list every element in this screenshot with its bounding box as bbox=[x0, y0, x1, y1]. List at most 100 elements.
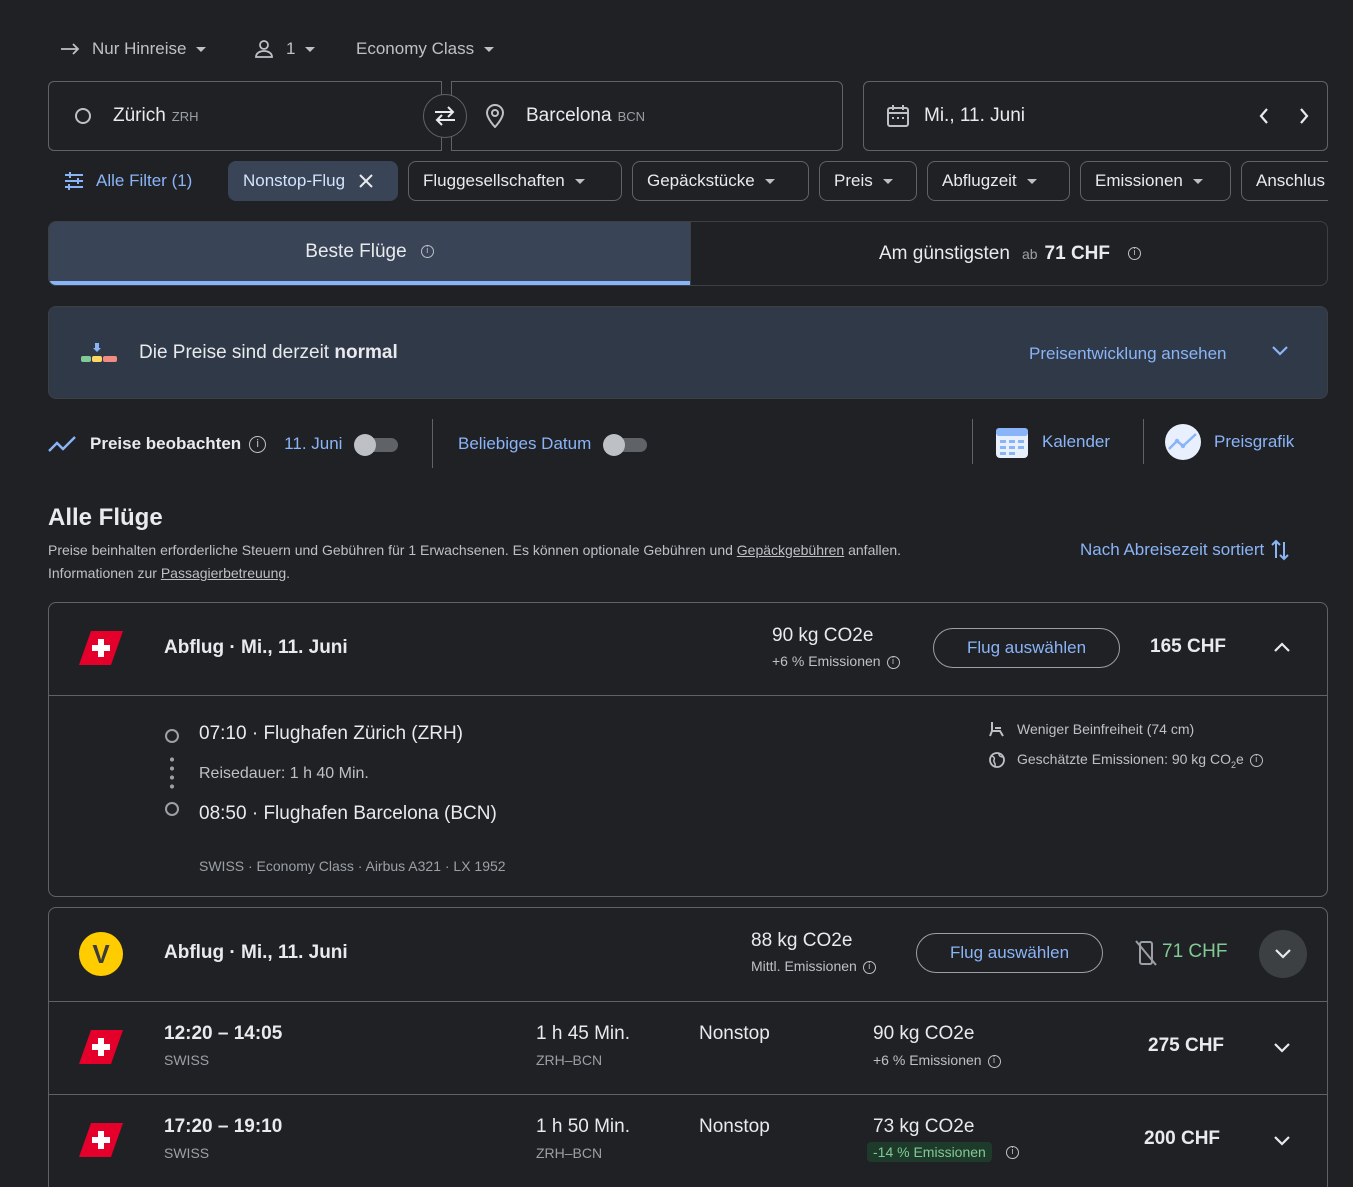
info-icon[interactable]: i bbox=[1005, 1145, 1019, 1159]
flight-row[interactable]: V Abflug · Mi., 11. Juni 88 kg CO2e Mitt… bbox=[49, 908, 1327, 1001]
chevron-down-icon bbox=[1275, 949, 1291, 959]
info-icon[interactable]: i bbox=[886, 655, 900, 669]
person-icon bbox=[255, 40, 273, 58]
price-insight-banner[interactable]: Die Preise sind derzeit normal Preisentw… bbox=[48, 306, 1328, 399]
insight-text: Die Preise sind derzeit normal bbox=[139, 342, 398, 364]
chip-baggage[interactable]: Gepäckstücke bbox=[632, 161, 809, 201]
no-mobile-icon bbox=[1135, 940, 1157, 966]
all-filters-button[interactable]: Alle Filter (1) bbox=[64, 161, 192, 201]
chip-price[interactable]: Preis bbox=[819, 161, 917, 201]
departure-airport: Flughafen Zürich (ZRH) bbox=[263, 723, 463, 744]
emissions-estimate: Geschätzte Emissionen: 90 kg CO2e bbox=[1017, 751, 1244, 770]
flight-row[interactable]: 17:20 – 19:10 SWISS 1 h 50 Min. ZRH–BCN … bbox=[49, 1095, 1327, 1187]
sort-arrows-icon bbox=[1271, 539, 1289, 561]
chevron-down-icon bbox=[574, 178, 585, 184]
note-text: anfallen. bbox=[848, 542, 902, 558]
sort-button[interactable]: Nach Abreisezeit sortiert bbox=[1080, 537, 1290, 563]
departure-time: 07:10 bbox=[199, 723, 247, 744]
all-filters-label: Alle Filter (1) bbox=[96, 171, 193, 190]
chip-emissions[interactable]: Emissionen bbox=[1080, 161, 1231, 201]
price-graph-icon bbox=[1165, 424, 1201, 460]
flight-row[interactable]: 12:20 – 14:05 SWISS 1 h 45 Min. ZRH–BCN … bbox=[49, 1002, 1327, 1094]
sort-label: Nach Abreisezeit sortiert bbox=[1080, 540, 1265, 559]
chip-connections[interactable]: Anschlus bbox=[1241, 161, 1328, 201]
expand-button[interactable] bbox=[1259, 930, 1307, 978]
destination-field[interactable]: Barcelona BCN bbox=[451, 81, 843, 151]
passenger-select[interactable]: 1 bbox=[254, 36, 316, 62]
vueling-logo-icon: V bbox=[79, 932, 123, 976]
divider bbox=[972, 419, 973, 464]
insight-text-prefix: Die Preise sind derzeit bbox=[139, 341, 330, 363]
chevron-down-icon bbox=[484, 46, 495, 52]
cabin-class-label: Economy Class bbox=[356, 39, 475, 58]
chip-departure-time[interactable]: Abflugzeit bbox=[927, 161, 1070, 201]
trip-type-select[interactable]: Nur Hinreise bbox=[60, 36, 207, 62]
departure-line: 07:10 · Flughafen Zürich (ZRH) bbox=[199, 723, 463, 744]
tab-label: Beste Flüge bbox=[305, 240, 407, 262]
info-icon[interactable]: i bbox=[1249, 753, 1263, 767]
baggage-fees-link[interactable]: Gepäckgebühren bbox=[737, 542, 844, 558]
filter-sliders-icon bbox=[65, 172, 83, 190]
chevron-right-icon[interactable] bbox=[1298, 106, 1310, 131]
duration: 1 h 50 Min. bbox=[536, 1116, 630, 1137]
legroom-text: Weniger Beinfreiheit (74 cm) bbox=[1017, 721, 1195, 737]
origin-city: Zürich bbox=[113, 105, 166, 126]
date-field[interactable]: Mi., 11. Juni bbox=[863, 81, 1328, 151]
co2-note-text: Mittl. Emissionen bbox=[751, 958, 857, 974]
origin-field[interactable]: Zürich ZRH bbox=[48, 81, 442, 151]
tab-best-flights[interactable]: Beste Flüge i bbox=[49, 222, 690, 285]
price-graph-button[interactable]: Preisgrafik bbox=[1164, 423, 1294, 461]
passenger-count: 1 bbox=[286, 39, 296, 58]
co2-note: -14 % Emissionen i bbox=[867, 1142, 1019, 1162]
select-flight-button[interactable]: Flug auswählen bbox=[916, 933, 1103, 973]
info-icon[interactable]: i bbox=[249, 435, 267, 453]
chip-nonstop[interactable]: Nonstop-Flug bbox=[228, 161, 398, 201]
chevron-down-icon[interactable] bbox=[1273, 1042, 1291, 1054]
cabin-class-select[interactable]: Economy Class bbox=[356, 36, 495, 62]
price: 165 CHF bbox=[1150, 636, 1227, 657]
chip-label: Abflugzeit bbox=[942, 171, 1017, 190]
info-icon[interactable]: i bbox=[1128, 247, 1141, 260]
chip-airlines[interactable]: Fluggesellschaften bbox=[408, 161, 622, 201]
date-value: Mi., 11. Juni bbox=[924, 105, 1026, 126]
tab-cheapest[interactable]: Am günstigsten ab 71 CHF i bbox=[690, 222, 1327, 285]
price-tracking-row: Preise beobachten i 11. Juni bbox=[48, 432, 399, 456]
calendar-grid-icon bbox=[996, 428, 1028, 458]
chip-label: Nonstop-Flug bbox=[243, 171, 346, 190]
price-history-link[interactable]: Preisentwicklung ansehen bbox=[1029, 344, 1227, 364]
chevron-down-icon[interactable] bbox=[1273, 1135, 1291, 1147]
chip-label: Emissionen bbox=[1095, 171, 1183, 190]
chip-label: Gepäckstücke bbox=[647, 171, 755, 190]
select-flight-button[interactable]: Flug auswählen bbox=[933, 628, 1120, 668]
flight-summary: Abflug · Mi., 11. Juni bbox=[164, 637, 348, 658]
stops: Nonstop bbox=[699, 1023, 770, 1044]
info-icon[interactable]: i bbox=[862, 960, 876, 974]
any-date-toggle[interactable] bbox=[603, 434, 648, 456]
swap-button[interactable] bbox=[423, 94, 467, 138]
info-icon[interactable]: i bbox=[420, 245, 434, 258]
emissions-text: e bbox=[1236, 751, 1244, 767]
close-icon[interactable] bbox=[359, 174, 373, 188]
arrival-airport: Flughafen Barcelona (BCN) bbox=[263, 803, 497, 824]
page-title: Alle Flüge bbox=[48, 504, 163, 531]
co2-note: +6 % Emissionen i bbox=[772, 653, 900, 669]
info-icon[interactable]: i bbox=[987, 1054, 1001, 1068]
tab-cheapest-price: 71 CHF bbox=[1044, 242, 1110, 264]
chevron-left-icon[interactable] bbox=[1258, 106, 1270, 131]
chevron-up-icon[interactable] bbox=[1273, 641, 1291, 653]
swiss-logo-icon bbox=[79, 1123, 123, 1157]
location-pin-icon bbox=[486, 104, 504, 128]
divider bbox=[432, 419, 433, 468]
calendar-button[interactable]: Kalender bbox=[994, 424, 1110, 460]
destination-dot-icon bbox=[165, 802, 179, 816]
route: ZRH–BCN bbox=[536, 1052, 603, 1068]
airline: SWISS bbox=[164, 1145, 210, 1161]
flight-card-expanded[interactable]: Abflug · Mi., 11. Juni 90 kg CO2e +6 % E… bbox=[48, 602, 1328, 897]
swap-icon bbox=[435, 106, 455, 126]
track-date-toggle[interactable] bbox=[354, 434, 399, 456]
origin-code: ZRH bbox=[171, 108, 199, 124]
divider bbox=[49, 695, 1327, 696]
passenger-assistance-link[interactable]: Passagierbetreuung bbox=[161, 565, 286, 581]
chevron-down-icon[interactable] bbox=[1271, 345, 1289, 357]
co2-value: 88 kg CO2e bbox=[751, 930, 853, 951]
